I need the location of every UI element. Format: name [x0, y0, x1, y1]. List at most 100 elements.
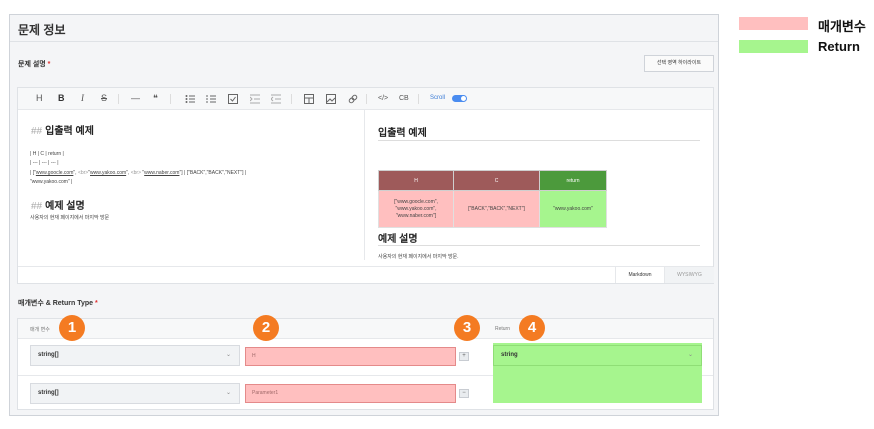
params-table: 매개 변수 Return string[] ⌄ H + string[] ⌄ P… [17, 318, 714, 410]
toolbar-divider [366, 94, 367, 104]
editor-mode-bar: Markdown WYSIWYG [18, 266, 714, 283]
markdown-pane[interactable]: ## 입출력 예제 | H | C | return | | --- | --- … [18, 110, 365, 260]
table-header-cell: C [453, 170, 540, 191]
select-value: string [501, 352, 518, 358]
step-badge: 1 [59, 315, 85, 341]
md-description: 사용자의 현재 페이지에서 마지막 방문 [30, 215, 110, 221]
markdown-editor: H B I S — ❝ </> CB Scroll ## 입출력 예제 | H … [17, 87, 714, 284]
toggle-knob [461, 96, 466, 101]
preview-heading-rule [378, 140, 700, 141]
description-label-text: 문제 설명 [18, 61, 46, 68]
table-header-cell: return [539, 170, 607, 191]
md-br-tag: <br> [77, 170, 89, 176]
scroll-sync-toggle[interactable] [452, 95, 467, 102]
params-header: 매개 변수 Return [18, 319, 713, 339]
chevron-down-icon: ⌄ [687, 352, 693, 358]
bullet-list-icon[interactable] [185, 94, 195, 104]
md-hash: ## [31, 201, 43, 212]
params-column-label: 매개 변수 [30, 327, 50, 333]
param-type-select[interactable]: string[] ⌄ [30, 345, 240, 366]
table-cell-c: ["BACK","BACK","NEXT"] [453, 190, 540, 228]
select-value: string[] [38, 352, 59, 358]
cell-line: ["www.goocle.com", [394, 198, 438, 205]
md-table-row-cont: "www.yakoo.com" | [30, 179, 73, 185]
md-table-header: | H | C | return | [30, 151, 64, 157]
legend-label-param: 매개변수 [818, 19, 866, 34]
md-heading-1: ## 입출력 예제 [31, 122, 94, 137]
italic-button[interactable]: I [81, 93, 84, 104]
page-title: 문제 정보 [18, 23, 66, 37]
preview-heading-2: 예제 설명 [378, 234, 418, 245]
table-row: ["www.goocle.com", "www.yakoo.com", "www… [378, 190, 607, 228]
table-icon[interactable] [304, 94, 314, 104]
return-column-label: Return [495, 326, 511, 332]
editor-toolbar: H B I S — ❝ </> CB Scroll [18, 88, 713, 110]
md-link: www.goocle.com [35, 170, 74, 176]
cell-line: "www.yakoo.com", [395, 205, 437, 212]
scroll-sync-label: Scroll [430, 95, 446, 101]
outdent-icon[interactable] [271, 94, 281, 104]
step-badge: 3 [454, 315, 480, 341]
preview-pane[interactable]: 입출력 예제 H C return ["www.goocle.com", "ww… [366, 110, 713, 260]
codeblock-button[interactable]: CB [399, 93, 409, 104]
toolbar-divider [118, 94, 119, 104]
legend-label-return: Return [818, 39, 860, 54]
cell-line: "www.naber.com"] [395, 212, 437, 219]
md-text: "] | ["BACK","BACK","NEXT"] | [179, 170, 247, 176]
tab-wysiwyg[interactable]: WYSIWYG [664, 267, 714, 283]
md-link: www.yakoo.com [90, 170, 127, 176]
required-mark: * [47, 61, 51, 68]
toolbar-divider [418, 94, 419, 104]
table-header-row: H C return [378, 170, 607, 191]
strike-button[interactable]: S [101, 93, 107, 104]
code-button[interactable]: </> [378, 93, 388, 104]
params-label-text: 매개변수 & Return Type [18, 300, 94, 307]
md-link: www.naber.com [144, 170, 180, 176]
table-header-cell: H [378, 170, 454, 191]
tab-markdown[interactable]: Markdown [615, 267, 664, 283]
add-param-button[interactable]: + [459, 352, 469, 361]
title-divider [10, 41, 718, 42]
param-name-input[interactable]: H [245, 347, 456, 366]
io-example-table: H C return ["www.goocle.com", "www.yakoo… [378, 170, 607, 228]
highlight-selection-button[interactable]: 선택 영역 하이라이트 [644, 55, 714, 72]
toolbar-divider [170, 94, 171, 104]
link-icon[interactable] [348, 94, 358, 104]
heading-button[interactable]: H [36, 93, 43, 104]
md-hash: ## [31, 126, 43, 137]
problem-info-panel: 문제 정보 문제 설명 * 선택 영역 하이라이트 H B I S — ❝ </… [9, 14, 719, 416]
md-table-row: | ["www.goocle.com", <br>"www.yakoo.com"… [30, 170, 246, 176]
toolbar-divider [291, 94, 292, 104]
preview-description: 사용자의 현재 페이지에서 마지막 방문. [378, 254, 459, 260]
step-badge: 2 [253, 315, 279, 341]
required-mark: * [94, 300, 98, 307]
quote-button[interactable]: ❝ [153, 93, 158, 104]
ordered-list-icon[interactable] [206, 94, 216, 104]
md-heading-1-text: 입출력 예제 [45, 126, 94, 137]
legend-swatch-param [739, 17, 808, 30]
remove-param-button[interactable]: − [459, 389, 469, 398]
select-value: string[] [38, 390, 59, 396]
image-icon[interactable] [326, 94, 336, 104]
md-table-separator: | --- | --- | --- | [30, 160, 59, 166]
legend-swatch-return [739, 40, 808, 53]
md-heading-2-text: 예제 설명 [45, 201, 85, 212]
param-name-input[interactable]: Parameter1 [245, 384, 456, 403]
step-badge: 4 [519, 315, 545, 341]
table-cell-return: "www.yakoo.com" [539, 190, 607, 228]
md-heading-2: ## 예제 설명 [31, 197, 85, 212]
indent-icon[interactable] [250, 94, 260, 104]
table-cell-h: ["www.goocle.com", "www.yakoo.com", "www… [378, 190, 454, 228]
bold-button[interactable]: B [58, 93, 65, 104]
param-type-select[interactable]: string[] ⌄ [30, 383, 240, 404]
params-label: 매개변수 & Return Type * [18, 298, 98, 308]
md-br-tag: <br> [130, 170, 141, 176]
description-label: 문제 설명 * [18, 59, 50, 69]
hr-button[interactable]: — [131, 93, 140, 104]
chevron-down-icon: ⌄ [225, 352, 231, 358]
chevron-down-icon: ⌄ [225, 390, 231, 396]
preview-heading-1: 입출력 예제 [378, 128, 427, 139]
task-list-icon[interactable] [228, 94, 238, 104]
return-type-select[interactable]: string ⌄ [493, 345, 702, 366]
preview-heading-rule [378, 245, 700, 246]
